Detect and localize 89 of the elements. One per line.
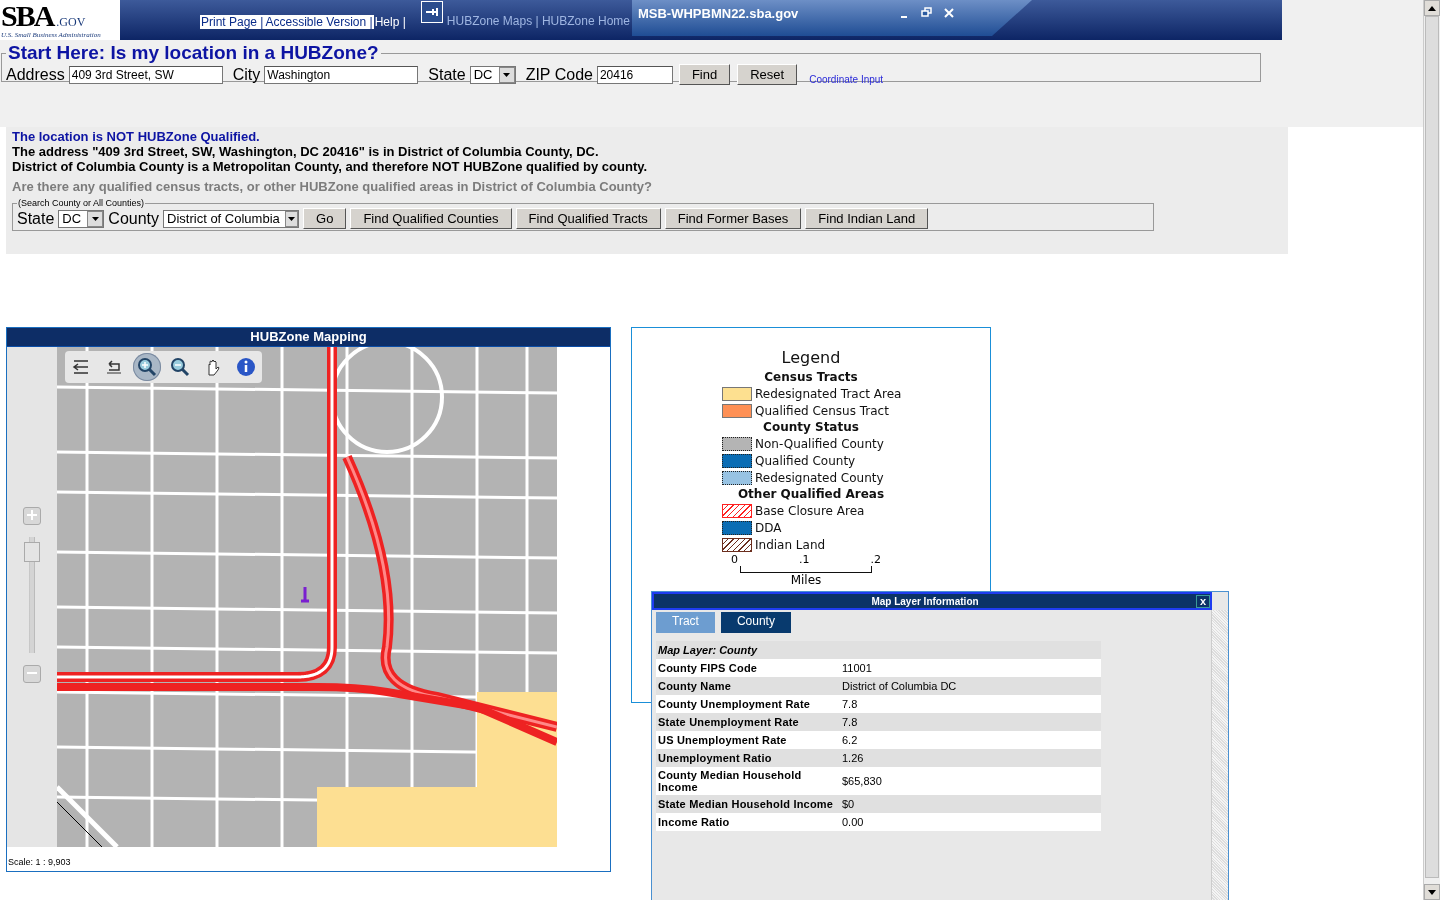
- table-cell: 0.00: [840, 813, 1101, 831]
- field-label: City: [232, 65, 261, 84]
- nav-link[interactable]: Print Page |: [200, 15, 265, 29]
- site-logo[interactable]: SBA: [1, 2, 54, 30]
- table-cell: 7.8: [840, 713, 1101, 731]
- legend-title: Legend: [781, 348, 841, 367]
- page-scrollbar[interactable]: [1423, 0, 1440, 900]
- table-cell: 1.26: [840, 749, 1101, 767]
- dropdown-arrow-icon: [91, 216, 99, 221]
- table-cell: State Unemployment Rate: [656, 713, 840, 731]
- legend-label: DDA: [755, 520, 782, 535]
- legend-heading: Other Qualified Areas: [737, 487, 885, 501]
- scale-unit: Miles: [790, 573, 822, 587]
- scale-tick-label: 0: [731, 553, 738, 566]
- legend-label: Indian Land: [755, 537, 826, 552]
- table-cell: State Median Household Income: [656, 795, 840, 813]
- table-cell: $0: [840, 795, 1101, 813]
- table-cell: Income Ratio: [656, 813, 840, 831]
- field-label: Address: [6, 65, 65, 84]
- table-cell: 11001: [840, 659, 1101, 677]
- plus-icon: [26, 508, 38, 521]
- window-title: MSB-WHPBMN22.sba.gov: [638, 6, 799, 21]
- slider-thumb[interactable]: [24, 541, 40, 562]
- legend-label: Non-Qualified County: [755, 436, 884, 451]
- close-button[interactable]: x: [1196, 594, 1210, 608]
- select-field[interactable]: DC: [58, 209, 105, 228]
- result-text: District of Columbia County is a Metropolitan County, and therefore NOT HUBZone qualified by county.: [12, 159, 649, 174]
- layer-heading: Map Layer: County: [656, 641, 1101, 659]
- table-cell: County FIPS Code: [656, 659, 840, 677]
- restore-icon[interactable]: [920, 6, 935, 20]
- form-heading: Start Here: Is my location in a HUBZone?: [7, 42, 380, 64]
- search-button[interactable]: Find Former Bases: [664, 208, 802, 229]
- field-label: State: [428, 65, 466, 84]
- up-arrow-icon: [1428, 5, 1436, 11]
- search-button[interactable]: Find Qualified Tracts: [515, 208, 661, 229]
- table-cell: $65,830: [840, 767, 1101, 795]
- nav-link[interactable]: Help |: [373, 15, 407, 29]
- field-label: ZIP Code: [525, 65, 593, 84]
- search-button[interactable]: Go: [303, 208, 347, 229]
- table-cell: County Median Household Income: [656, 767, 840, 795]
- info-icon: [235, 356, 257, 378]
- popup-scrollbar[interactable]: [1211, 610, 1228, 900]
- layer-tab[interactable]: County: [720, 612, 791, 633]
- legend-label: Base Closure Area: [755, 503, 865, 518]
- down-arrow-icon: [1428, 889, 1436, 895]
- legend-label: Redesignated County: [755, 470, 884, 485]
- popup-title: Map Layer Information: [870, 595, 980, 607]
- map-title: HUBZone Mapping: [7, 328, 610, 347]
- nav-link[interactable]: HUBZone Maps | HUBZone Home: [446, 14, 630, 40]
- legend-label: Qualified County: [755, 453, 856, 468]
- legend-label: Redesignated Tract Area: [755, 386, 902, 401]
- zoom-out-icon: [169, 356, 191, 378]
- result-headline: The location is NOT HUBZone Qualified.: [12, 129, 261, 144]
- result-text: The address "409 3rd Street, SW, Washington, DC 20416" is in District of Columbia County, DC.: [12, 144, 600, 159]
- scale-tick-label: .2: [870, 553, 881, 566]
- table-cell: Unemployment Ratio: [656, 749, 840, 767]
- close-icon[interactable]: [942, 6, 957, 20]
- table-cell: District of Columbia DC: [840, 677, 1101, 695]
- question-text: Are there any qualified census tracts, or other HUBZone qualified areas in District of Columbia County?: [12, 179, 653, 194]
- zoom-in-icon: [136, 356, 158, 378]
- coordinate-link[interactable]: Coordinate Input: [809, 74, 884, 85]
- table-cell: 7.8: [840, 695, 1101, 713]
- pin-icon[interactable]: [420, 1, 443, 23]
- field-label: County: [108, 209, 160, 228]
- table-cell: US Unemployment Rate: [656, 731, 840, 749]
- scale-tick-label: .1: [799, 553, 810, 566]
- text-field[interactable]: Washington: [264, 65, 419, 84]
- form-button[interactable]: Reset: [737, 64, 798, 85]
- table-cell: County Name: [656, 677, 840, 695]
- form-button[interactable]: Find: [678, 64, 731, 85]
- dropdown-arrow-icon: [503, 72, 511, 77]
- text-field[interactable]: 409 3rd Street, SW: [68, 65, 223, 84]
- field-label: State: [17, 209, 55, 228]
- search-button[interactable]: Find Indian Land: [805, 208, 929, 229]
- select-field[interactable]: District of Columbia: [163, 209, 300, 228]
- legend-label: Qualified Census Tract: [755, 403, 889, 418]
- dropdown-arrow-icon: [287, 216, 295, 221]
- search-button[interactable]: Find Qualified Counties: [350, 208, 512, 229]
- nav-link[interactable]: Accessible Version |: [264, 15, 374, 29]
- select-field[interactable]: DC: [469, 65, 516, 84]
- map-tool-button[interactable]: [133, 353, 161, 381]
- panel-caption: (Search County or All Counties): [17, 198, 146, 208]
- text-field[interactable]: 20416: [596, 65, 673, 84]
- table-cell: County Unemployment Rate: [656, 695, 840, 713]
- table-cell: 6.2: [840, 731, 1101, 749]
- map-scale: Scale: 1 : 9,903: [7, 857, 72, 867]
- legend-heading: County Status: [763, 420, 859, 434]
- legend-heading: Census Tracts: [764, 370, 858, 384]
- logo-suffix: .GOV: [56, 15, 86, 30]
